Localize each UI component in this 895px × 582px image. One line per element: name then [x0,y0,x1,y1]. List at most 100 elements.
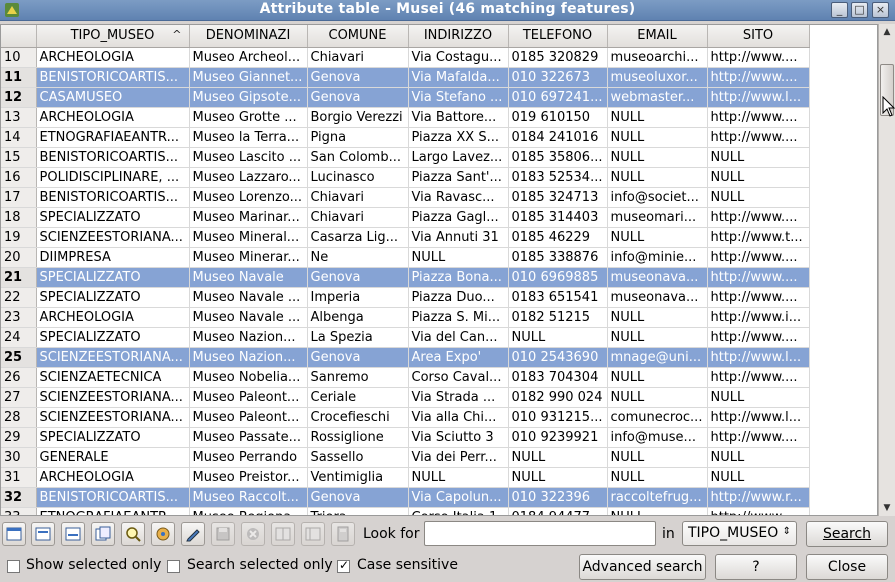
column-header-denominazi[interactable]: DENOMINAZI [189,25,308,48]
row-number[interactable]: 24 [1,327,37,348]
table-cell[interactable]: Museo Preistor... [189,467,308,488]
table-cell[interactable]: 010 6969885 [508,267,608,288]
table-cell[interactable]: http://www.l... [707,407,810,428]
table-row[interactable]: 30 GENERALE Museo Perrando Sassello Via dei … [1,447,810,468]
table-cell[interactable]: Albenga [307,307,409,328]
row-number[interactable]: 16 [1,167,37,188]
table-cell[interactable]: ETNOGRAFIAEANTR... [36,507,190,515]
row-number[interactable]: 29 [1,427,37,448]
table-cell[interactable]: NULL [707,187,810,208]
table-cell[interactable]: 010 697241... [508,87,608,108]
table-cell[interactable]: 0185 320829 [508,47,608,68]
table-cell[interactable]: Museo Nobelia... [189,367,308,388]
table-cell[interactable]: SPECIALIZZATO [36,267,190,288]
table-cell[interactable]: 010 322396 [508,487,608,508]
table-cell[interactable]: 0185 324713 [508,187,608,208]
table-cell[interactable]: NULL [607,507,708,515]
table-cell[interactable]: 0185 46229 [508,227,608,248]
table-row[interactable]: 18 SPECIALIZZATO Museo Marinar... Chiavari P… [1,207,810,228]
row-number[interactable]: 30 [1,447,37,468]
delete-selected-button[interactable] [241,522,265,546]
corner-header[interactable] [1,25,37,48]
table-cell[interactable]: SPECIALIZZATO [36,427,190,448]
table-cell[interactable]: http://www.... [707,47,810,68]
minimize-button[interactable]: _ [831,2,848,18]
column-header-tipo-museo[interactable]: TIPO_MUSEO ^ [36,25,190,48]
table-cell[interactable]: Via del Can... [408,327,509,348]
table-cell[interactable]: BENISTORICOARTIS... [36,187,190,208]
table-cell[interactable]: 010 322673 [508,67,608,88]
table-cell[interactable]: Chiavari [307,47,409,68]
table-cell[interactable]: Via dei Perr... [408,447,509,468]
table-cell[interactable]: 0183 651541 [508,287,608,308]
row-number[interactable]: 26 [1,367,37,388]
table-cell[interactable]: NULL [607,147,708,168]
table-row[interactable]: 24 SPECIALIZZATO Museo Nazion... La Spezia V… [1,327,810,348]
row-number[interactable]: 32 [1,487,37,508]
table-cell[interactable]: Genova [307,267,409,288]
help-button[interactable]: ? [715,554,797,580]
table-cell[interactable]: Museo Regionale... [189,507,308,515]
table-cell[interactable]: BENISTORICOARTIS... [36,67,190,88]
table-cell[interactable]: http://www.l... [707,87,810,108]
table-cell[interactable]: museonava... [607,287,708,308]
table-cell[interactable]: Ventimiglia [307,467,409,488]
table-cell[interactable]: http://www.... [707,107,810,128]
table-cell[interactable]: Via Strada ... [408,387,509,408]
table-cell[interactable]: Via Sciutto 3 [408,427,509,448]
table-cell[interactable]: POLIDISCIPLINARE, ... [36,167,190,188]
table-cell[interactable]: Museo Mineral... [189,227,308,248]
table-cell[interactable]: Piazza Gagl... [408,207,509,228]
table-cell[interactable]: http://www.... [707,327,810,348]
table-cell[interactable]: 010 931215... [508,407,608,428]
table-cell[interactable]: 0184 94477 [508,507,608,515]
row-number[interactable]: 13 [1,107,37,128]
table-row[interactable]: 31 ARCHEOLOGIA Museo Preistor... Ventimigli… [1,467,810,488]
table-cell[interactable]: NULL [607,447,708,468]
table-cell[interactable]: Piazza Duo... [408,287,509,308]
table-cell[interactable]: museoluxor... [607,67,708,88]
table-cell[interactable]: NULL [707,387,810,408]
row-number[interactable]: 14 [1,127,37,148]
table-cell[interactable]: La Spezia [307,327,409,348]
table-cell[interactable]: SCIENZEESTORIANA... [36,347,190,368]
table-cell[interactable]: SCIENZAETECNICA [36,367,190,388]
table-cell[interactable]: info@minie... [607,247,708,268]
table-cell[interactable]: 0184 241016 [508,127,608,148]
table-row[interactable]: 28 SCIENZEESTORIANA... Museo Paleont... Cro… [1,407,810,428]
table-cell[interactable]: Rossiglione [307,427,409,448]
column-header-comune[interactable]: COMUNE [307,25,409,48]
new-column-button[interactable] [271,522,295,546]
table-row[interactable]: 32 BENISTORICOARTIS... Museo Raccolt... Gen… [1,487,810,508]
table-cell[interactable]: Museo Gipsote... [189,87,308,108]
row-number[interactable]: 10 [1,47,37,68]
table-cell[interactable]: http://www.r... [707,487,810,508]
table-cell[interactable]: Area Expo' [408,347,509,368]
table-cell[interactable]: NULL [508,467,608,488]
table-cell[interactable]: ARCHEOLOGIA [36,107,190,128]
table-cell[interactable]: Museo Raccolt... [189,487,308,508]
table-cell[interactable]: http://www.... [707,67,810,88]
column-header-sito[interactable]: SITO [707,25,810,48]
invert-selection-button[interactable] [61,522,85,546]
row-number[interactable]: 27 [1,387,37,408]
table-cell[interactable]: Via Capolun... [408,487,509,508]
table-cell[interactable]: Lucinasco [307,167,409,188]
table-cell[interactable]: Museo la Terra... [189,127,308,148]
table-cell[interactable]: 019 610150 [508,107,608,128]
table-cell[interactable]: 0183 52534... [508,167,608,188]
pan-to-selection-button[interactable] [151,522,175,546]
table-row[interactable]: 10 ARCHEOLOGIA Museo Archeol... Chiavari Via… [1,47,810,68]
table-cell[interactable]: http://www.... [707,507,810,515]
column-header-indirizzo[interactable]: INDIRIZZO [408,25,509,48]
table-cell[interactable]: ETNOGRAFIAEANTR... [36,127,190,148]
table-cell[interactable]: info@societ... [607,187,708,208]
table-cell[interactable]: 0185 35806... [508,147,608,168]
table-cell[interactable]: Museo Lazzaro... [189,167,308,188]
maximize-button[interactable]: □ [851,2,868,18]
table-cell[interactable]: SPECIALIZZATO [36,207,190,228]
table-cell[interactable]: SPECIALIZZATO [36,287,190,308]
copy-rows-button[interactable] [91,522,115,546]
table-cell[interactable]: Museo Archeol... [189,47,308,68]
table-row[interactable]: 12 CASAMUSEO Museo Gipsote... Genova Via Ste… [1,87,810,108]
